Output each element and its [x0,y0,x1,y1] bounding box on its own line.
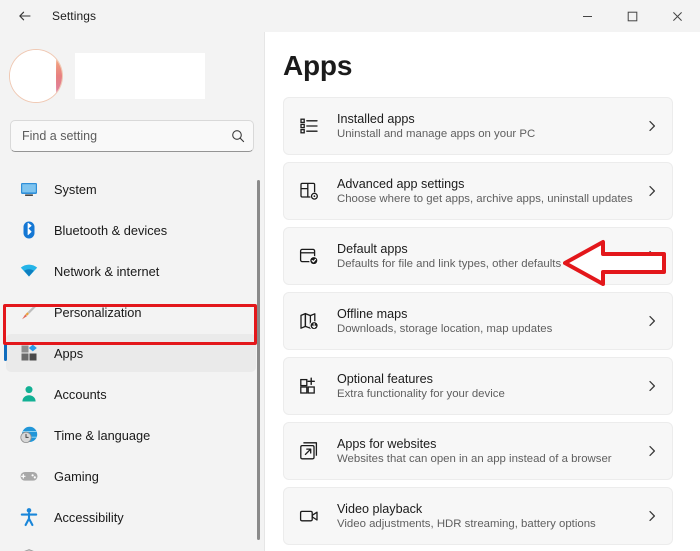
sidebar-item-network-internet[interactable]: Network & internet [6,252,256,290]
card-text: Video playback Video adjustments, HDR st… [337,502,646,530]
chevron-right-icon [646,380,658,392]
chevron-right-icon [646,315,658,327]
back-arrow-icon [17,8,33,24]
sidebar: System Bluetooth & devices Network & int… [0,32,265,551]
card-text: Advanced app settings Choose where to ge… [337,177,646,205]
chevron-right-icon [646,120,658,132]
card-default-apps[interactable]: Default apps Defaults for file and link … [283,227,673,285]
account-section[interactable] [10,50,205,102]
sidebar-item-label: Time & language [54,427,151,443]
apps-icon [18,342,40,364]
sidebar-item-time-language[interactable]: Time & language [6,416,256,454]
bluetooth-icon [18,219,40,241]
sidebar-item-bluetooth-devices[interactable]: Bluetooth & devices [6,211,256,249]
sidebar-item-label: Accounts [54,386,107,402]
card-title: Advanced app settings [337,177,465,191]
optional-features-icon [297,374,321,398]
chevron-right-icon [646,250,658,262]
card-offline-maps[interactable]: Offline maps Downloads, storage location… [283,292,673,350]
chevron-right-icon [646,185,658,197]
sidebar-item-gaming[interactable]: Gaming [6,457,256,495]
card-title: Optional features [337,372,433,386]
window-title: Settings [52,9,97,23]
card-text: Installed apps Uninstall and manage apps… [337,112,646,140]
card-subtitle: Websites that can open in an app instead… [337,453,612,465]
sidebar-item-accessibility[interactable]: Accessibility [6,498,256,536]
card-title: Default apps [337,242,408,256]
card-text: Default apps Defaults for file and link … [337,242,646,270]
chevron-right-icon [646,510,658,522]
app-settings-icon [297,179,321,203]
card-subtitle: Video adjustments, HDR streaming, batter… [337,518,596,530]
card-optional-features[interactable]: Optional features Extra functionality fo… [283,357,673,415]
close-button[interactable] [655,0,700,32]
card-text: Apps for websites Websites that can open… [337,437,646,465]
card-subtitle: Downloads, storage location, map updates [337,323,553,335]
map-download-icon [297,309,321,333]
sidebar-item-privacy-security[interactable]: Privacy & security [6,539,256,551]
window-controls [565,0,700,32]
chevron-right-icon [646,445,658,457]
main-content: Apps Installed apps Uninstall and manage… [265,32,700,551]
title-bar: Settings [0,0,700,32]
card-apps-for-websites[interactable]: Apps for websites Websites that can open… [283,422,673,480]
card-title: Apps for websites [337,437,437,451]
clock-globe-icon [18,424,40,446]
sidebar-item-system[interactable]: System [6,170,256,208]
card-text: Offline maps Downloads, storage location… [337,307,646,335]
sidebar-item-label: Apps [54,345,84,361]
card-title: Offline maps [337,307,408,321]
page-title: Apps [283,50,353,81]
card-subtitle: Choose where to get apps, archive apps, … [337,193,633,205]
shield-icon [18,547,40,551]
card-installed-apps[interactable]: Installed apps Uninstall and manage apps… [283,97,673,155]
maximize-button[interactable] [610,0,655,32]
sidebar-item-label: Network & internet [54,263,160,279]
sidebar-item-label: Gaming [54,468,99,484]
list-icon [297,114,321,138]
minimize-button[interactable] [565,0,610,32]
search-box[interactable] [10,120,254,152]
account-name-redacted [75,53,205,99]
settings-card-list: Installed apps Uninstall and manage apps… [283,97,673,551]
annotation-highlight-box [3,304,257,345]
card-text: Optional features Extra functionality fo… [337,372,646,400]
sidebar-item-label: System [54,181,97,197]
search-input[interactable] [11,129,223,143]
wifi-icon [18,260,40,282]
gamepad-icon [18,465,40,487]
accessibility-icon [18,506,40,528]
card-title: Video playback [337,502,423,516]
monitor-icon [18,178,40,200]
card-subtitle: Defaults for file and link types, other … [337,258,562,270]
back-button[interactable] [8,1,42,31]
card-advanced-app-settings[interactable]: Advanced app settings Choose where to ge… [283,162,673,220]
settings-window: Settings Find a setting System Bluetooth… [0,0,700,551]
external-link-icon [297,439,321,463]
search-icon [223,129,253,143]
sidebar-item-label: Bluetooth & devices [54,222,168,238]
sidebar-nav: System Bluetooth & devices Network & int… [0,170,265,551]
card-title: Installed apps [337,112,415,126]
avatar [10,50,62,102]
video-camera-icon [297,504,321,528]
person-icon [18,383,40,405]
sidebar-item-label: Accessibility [54,509,124,525]
sidebar-item-accounts[interactable]: Accounts [6,375,256,413]
sidebar-scrollbar[interactable] [257,180,260,540]
card-video-playback[interactable]: Video playback Video adjustments, HDR st… [283,487,673,545]
card-subtitle: Uninstall and manage apps on your PC [337,128,536,140]
default-apps-icon [297,244,321,268]
card-subtitle: Extra functionality for your device [337,388,505,400]
